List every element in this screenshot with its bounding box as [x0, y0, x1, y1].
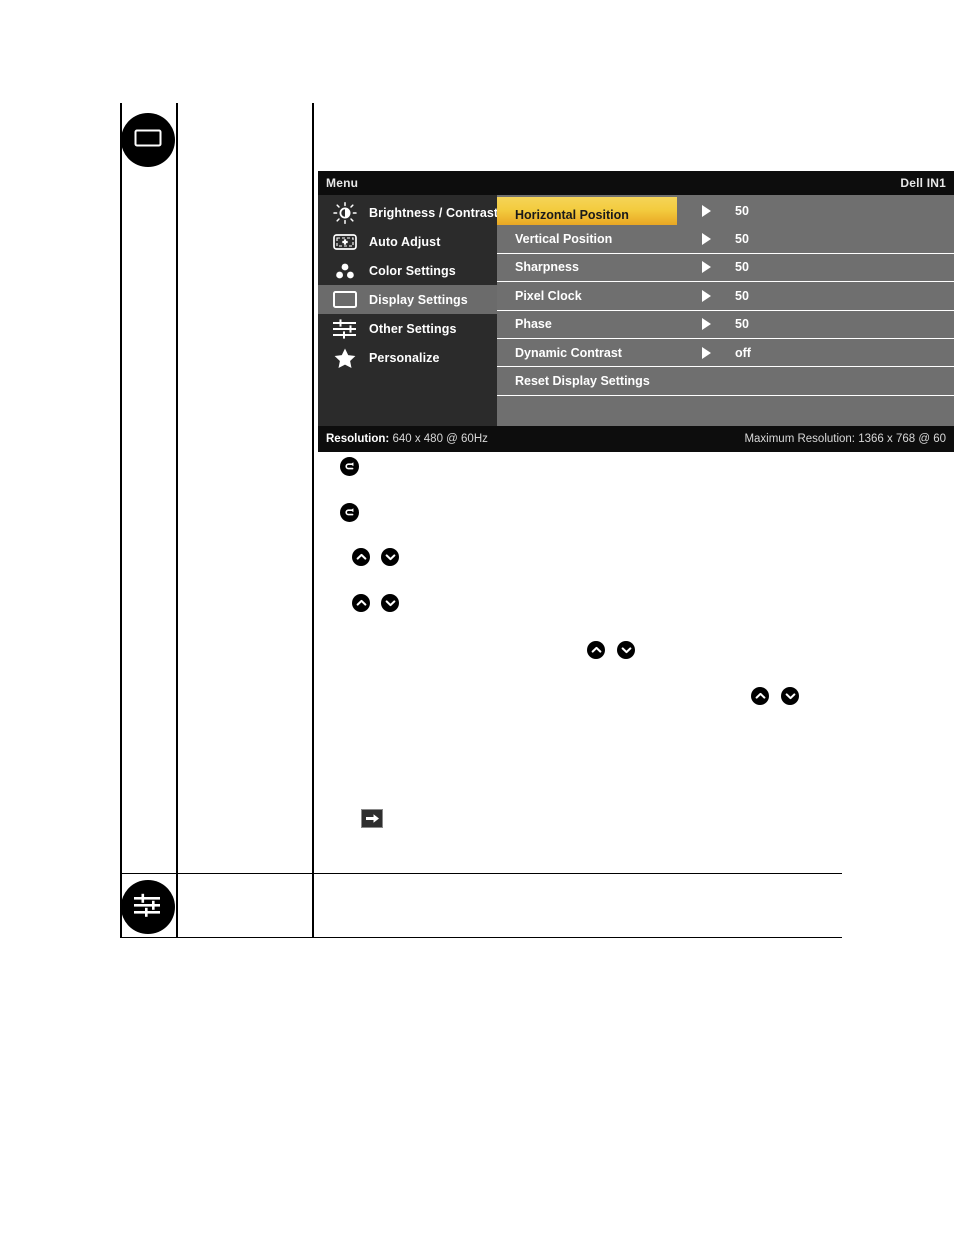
option-label: Vertical Position: [515, 232, 613, 247]
up-button-icon-2[interactable]: [352, 594, 370, 612]
right-arrow-icon: [365, 814, 379, 823]
display-settings-marker: [121, 113, 175, 167]
sliders-icon: [330, 318, 360, 340]
option-arrow[interactable]: [677, 346, 735, 359]
option-value: 50: [735, 204, 749, 219]
triangle-right-icon: [701, 233, 711, 246]
ok-button-icon[interactable]: [361, 809, 383, 828]
option-value: 50: [735, 260, 749, 275]
option-row-sharpness[interactable]: Sharpness 50: [497, 254, 954, 283]
down-button-icon-1[interactable]: [381, 548, 399, 566]
chevron-down-icon: [621, 647, 631, 654]
option-label: Horizontal Position: [515, 208, 629, 223]
option-row-vertical-position[interactable]: Vertical Position 50: [497, 225, 954, 254]
monitor-icon: [133, 127, 163, 154]
option-label: Sharpness: [515, 260, 579, 275]
sidebar-item-brightness-contrast[interactable]: Brightness / Contrast: [318, 198, 499, 227]
table-bottom-border: [120, 937, 842, 938]
option-row-dynamic-contrast[interactable]: Dynamic Contrast off: [497, 339, 954, 368]
table-row-divider: [120, 873, 842, 874]
option-arrow[interactable]: [677, 289, 735, 302]
color-dots-icon: [330, 260, 360, 282]
max-resolution-label: Maximum Resolution:: [744, 433, 856, 445]
sidebar-item-display-settings[interactable]: Display Settings: [318, 285, 497, 314]
sidebar-item-label: Other Settings: [369, 321, 457, 336]
sidebar-item-color-settings[interactable]: Color Settings: [318, 256, 497, 285]
chevron-up-icon: [591, 646, 601, 653]
up-button-icon-4[interactable]: [751, 687, 769, 705]
sidebar-item-other-settings[interactable]: Other Settings: [318, 314, 497, 343]
table-border-col1: [176, 103, 178, 938]
option-arrow[interactable]: [677, 318, 735, 331]
table-border-col2: [312, 103, 314, 938]
down-button-icon-4[interactable]: [781, 687, 799, 705]
back-button-icon-2[interactable]: [340, 503, 359, 522]
osd-title: Menu: [326, 176, 359, 190]
option-value: 50: [735, 288, 749, 303]
down-button-icon-2[interactable]: [381, 594, 399, 612]
current-resolution: Resolution: 640 x 480 @ 60Hz: [326, 433, 488, 445]
triangle-right-icon: [701, 205, 711, 218]
option-arrow[interactable]: [677, 205, 735, 218]
option-row-phase[interactable]: Phase 50: [497, 311, 954, 339]
triangle-right-icon: [701, 289, 711, 302]
sidebar-item-auto-adjust[interactable]: Auto Adjust: [318, 227, 497, 256]
option-label: Reset Display Settings: [515, 374, 650, 389]
triangle-right-icon: [701, 346, 711, 359]
option-arrow[interactable]: [677, 261, 735, 274]
chevron-up-icon: [356, 599, 366, 606]
osd-body: Brightness / Contrast Auto Adjust Color …: [318, 195, 954, 426]
osd-titlebar: Menu Dell IN1: [318, 171, 954, 195]
max-resolution-value: 1366 x 768 @ 60: [858, 433, 946, 445]
sidebar-item-label: Brightness / Contrast: [369, 205, 499, 220]
option-row-pixel-clock[interactable]: Pixel Clock 50: [497, 282, 954, 311]
back-arrow-icon: [344, 461, 353, 469]
up-button-icon-1[interactable]: [352, 548, 370, 566]
maximum-resolution: Maximum Resolution: 1366 x 768 @ 60: [744, 433, 946, 445]
option-value: 50: [735, 232, 749, 247]
option-label: Dynamic Contrast: [515, 345, 622, 360]
up-button-icon-3[interactable]: [587, 641, 605, 659]
down-button-icon-3[interactable]: [617, 641, 635, 659]
option-arrow[interactable]: [677, 233, 735, 246]
sidebar-item-label: Personalize: [369, 350, 440, 365]
monitor-icon: [330, 289, 360, 311]
star-icon: [330, 347, 360, 369]
back-arrow-icon: [344, 507, 353, 515]
osd-menu-window: Menu Dell IN1 Brightness / Contrast Auto…: [318, 171, 954, 452]
sidebar-item-personalize[interactable]: Personalize: [318, 343, 497, 372]
osd-model-label: Dell IN1: [900, 176, 946, 190]
back-button-icon-1[interactable]: [340, 457, 359, 476]
chevron-up-icon: [755, 692, 765, 699]
osd-options-panel: Horizontal Position 50 Vertical Position…: [497, 195, 954, 426]
osd-sidebar: Brightness / Contrast Auto Adjust Color …: [318, 195, 499, 426]
table-border-left: [120, 103, 122, 938]
option-label: Phase: [515, 317, 552, 332]
option-value: 50: [735, 317, 749, 332]
chevron-up-icon: [356, 553, 366, 560]
resolution-value: 640 x 480 @ 60Hz: [392, 433, 488, 445]
option-row-reset-display-settings[interactable]: Reset Display Settings: [497, 367, 954, 396]
sidebar-item-label: Auto Adjust: [369, 234, 441, 249]
triangle-right-icon: [701, 261, 711, 274]
chevron-down-icon: [785, 693, 795, 700]
chevron-down-icon: [385, 554, 395, 561]
auto-adjust-icon: [330, 231, 360, 253]
option-highlight-cell: Horizontal Position: [497, 197, 677, 226]
option-row-horizontal-position[interactable]: Horizontal Position 50: [497, 197, 954, 226]
option-value: off: [735, 345, 751, 360]
sidebar-item-label: Display Settings: [369, 292, 468, 307]
chevron-down-icon: [385, 600, 395, 607]
triangle-right-icon: [701, 318, 711, 331]
other-settings-marker: [121, 880, 175, 934]
sidebar-item-label: Color Settings: [369, 263, 456, 278]
sliders-icon: [132, 892, 164, 923]
option-label: Pixel Clock: [515, 288, 582, 303]
resolution-label: Resolution:: [326, 433, 390, 445]
osd-footer: Resolution: 640 x 480 @ 60Hz Maximum Res…: [318, 426, 954, 452]
brightness-icon: [330, 201, 360, 224]
